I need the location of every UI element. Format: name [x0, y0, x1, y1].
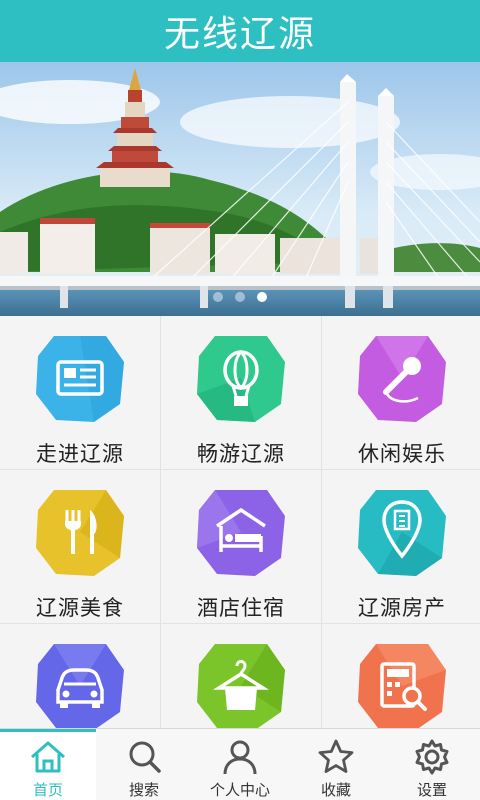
grid-item-label: 走进辽源: [36, 442, 124, 466]
app-title: 无线辽源: [163, 14, 316, 55]
grid-item-intro[interactable]: 走进辽源: [0, 316, 160, 469]
grid-item-realestate[interactable]: 辽源房产: [322, 470, 480, 623]
grid-item-leisure[interactable]: 休闲娱乐: [322, 316, 480, 469]
carousel-indicator: [0, 292, 480, 302]
home-icon: [31, 741, 65, 773]
newspaper-icon: [36, 336, 124, 422]
banner-image: [0, 62, 480, 316]
tab-search[interactable]: 搜索: [96, 729, 192, 800]
title-bar: 无线辽源: [0, 0, 480, 62]
location-building-icon: [358, 490, 446, 576]
fork-knife-icon: [36, 490, 124, 576]
grid-item-food[interactable]: 辽源美食: [0, 470, 160, 623]
gear-icon: [415, 739, 449, 775]
tab-label: 收藏: [320, 781, 351, 799]
microphone-icon: [358, 336, 446, 422]
search-icon: [129, 741, 161, 773]
hanger-icon: [197, 644, 285, 728]
tab-home[interactable]: 首页: [0, 729, 96, 800]
bottom-tab-bar: 首页 搜索 个人中心 收藏 设置: [0, 728, 480, 800]
tab-settings[interactable]: 设置: [384, 729, 480, 800]
grid-item-clothing[interactable]: [161, 624, 321, 728]
grid-item-label: 辽源美食: [36, 596, 124, 620]
car-icon: [36, 644, 124, 728]
calculator-search-icon: [358, 644, 446, 728]
carousel-dot-active[interactable]: [257, 292, 267, 302]
tab-label: 个人中心: [209, 781, 270, 799]
tab-favorites[interactable]: 收藏: [288, 729, 384, 800]
grid-item-label: 辽源房产: [358, 596, 446, 620]
tab-profile[interactable]: 个人中心: [192, 729, 288, 800]
tab-label: 搜索: [128, 781, 159, 799]
bed-icon: [197, 490, 285, 576]
category-grid: 走进辽源 畅游辽源 休闲娱乐 辽源美食 酒店住宿 辽源房产: [0, 316, 480, 728]
hot-air-balloon-icon: [197, 336, 285, 422]
carousel-dot[interactable]: [213, 292, 223, 302]
grid-item-label: 休闲娱乐: [358, 442, 446, 466]
grid-item-label: 酒店住宿: [197, 596, 285, 620]
tab-label: 首页: [32, 781, 63, 799]
star-icon: [318, 739, 354, 773]
grid-item-label: 畅游辽源: [197, 442, 285, 466]
grid-item-hotel[interactable]: 酒店住宿: [161, 470, 321, 623]
carousel-dot[interactable]: [235, 292, 245, 302]
grid-item-finance[interactable]: [322, 624, 480, 728]
grid-item-car[interactable]: [0, 624, 160, 728]
app-screen: 无线辽源 走进辽源 畅游辽源 休闲娱乐 辽源美食 酒店住宿 辽源房产 首页 搜索…: [0, 0, 480, 800]
user-icon: [223, 740, 257, 775]
grid-item-tour[interactable]: 畅游辽源: [161, 316, 321, 469]
banner-carousel[interactable]: [0, 62, 480, 316]
tab-label: 设置: [416, 781, 447, 799]
